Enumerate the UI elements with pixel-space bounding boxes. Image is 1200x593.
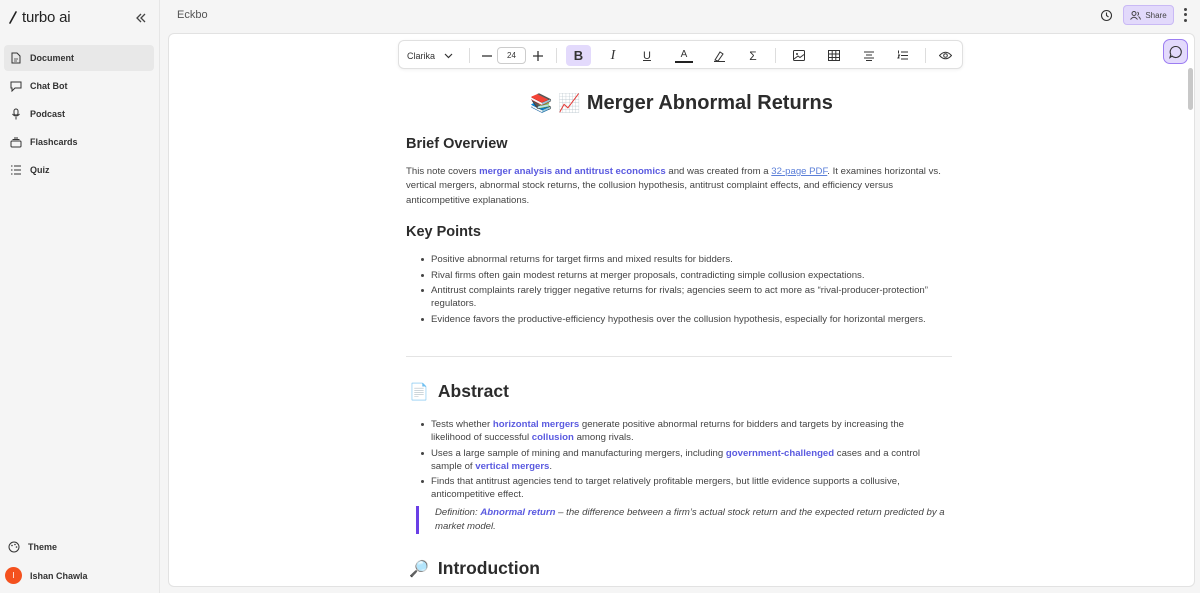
list-item: Rival firms often gain modest returns at…: [419, 269, 939, 282]
avatar: I: [5, 567, 22, 584]
sidebar-item-label: Flashcards: [30, 137, 78, 147]
chart-emoji: 📈: [558, 93, 581, 113]
definition-prefix: Definition:: [435, 507, 481, 518]
page-emoji: 📄: [409, 383, 429, 401]
brand-logo[interactable]: turbo ai: [8, 9, 71, 26]
highlight-term: merger analysis and antitrust economics: [479, 166, 666, 177]
chat-icon: [10, 80, 22, 92]
sidebar-item-label: Quiz: [30, 165, 50, 175]
brand-name: turbo ai: [22, 9, 71, 26]
highlight-term: horizontal mergers: [492, 419, 580, 430]
heading-key-points: Key Points: [406, 224, 481, 240]
heading-abstract: 📄 Abstract: [409, 381, 509, 402]
more-options-icon[interactable]: [1180, 7, 1190, 23]
list-item: Uses a large sample of mining and manufa…: [419, 447, 939, 473]
workspace-title: Eckbo: [177, 9, 208, 21]
quiz-list-icon: [10, 164, 22, 176]
eye-preview-icon[interactable]: [935, 45, 955, 66]
text-color-swatch: [675, 60, 693, 63]
history-icon[interactable]: [1099, 8, 1114, 23]
sidebar-item-label: Chat Bot: [30, 81, 68, 91]
share-label: Share: [1145, 10, 1167, 20]
text-color-letter: A: [680, 48, 688, 60]
highlight-term: collusion: [531, 432, 574, 443]
highlight-term: vertical mergers: [475, 460, 550, 472]
list-item: Antitrust complaints rarely trigger nega…: [419, 284, 939, 310]
insert-image-icon[interactable]: [789, 45, 809, 66]
highlight-term: government-challenged: [725, 447, 835, 459]
text: and was created from a: [665, 166, 772, 177]
font-family-value: Clarika: [407, 50, 436, 61]
toolbar-divider: [775, 48, 776, 63]
sidebar-item-document[interactable]: Document: [4, 45, 154, 71]
sidebar-item-chat-bot[interactable]: Chat Bot: [4, 73, 154, 99]
theme-label: Theme: [28, 542, 58, 552]
heading-abstract-text: Abstract: [437, 381, 509, 401]
bold-button[interactable]: B: [566, 45, 591, 66]
underline-button[interactable]: U: [637, 45, 657, 66]
formatting-toolbar: Clarika 24 B I U A Σ: [398, 40, 963, 69]
font-family-select[interactable]: Clarika: [407, 45, 455, 66]
share-button[interactable]: Share: [1123, 5, 1174, 25]
sidebar-item-flashcards[interactable]: Flashcards: [4, 129, 154, 155]
text-color-button[interactable]: A: [673, 45, 695, 66]
heading-introduction-text: Introduction: [437, 558, 540, 578]
text: Tests whether: [431, 419, 493, 430]
definition-term: Abnormal return: [480, 507, 556, 518]
heading-brief-overview: Brief Overview: [406, 136, 508, 152]
key-points-list: Positive abnormal returns for target fir…: [419, 253, 939, 328]
heading-introduction: 🔎 Introduction: [409, 558, 540, 579]
list-item: Positive abnormal returns for target fir…: [419, 253, 939, 266]
toolbar-divider: [469, 48, 470, 63]
align-center-icon[interactable]: [859, 45, 879, 66]
insert-table-icon[interactable]: [824, 45, 844, 66]
user-name: Ishan Chawla: [30, 570, 88, 581]
sidebar-item-quiz[interactable]: Quiz: [4, 157, 154, 183]
highlighter-icon[interactable]: [709, 45, 729, 66]
font-size-input[interactable]: 24: [497, 47, 526, 64]
sidebar-item-label: Document: [30, 53, 75, 63]
list-item: Tests whether horizontal mergers generat…: [419, 418, 939, 444]
magnifier-emoji: 🔎: [409, 560, 429, 578]
toolbar-divider: [556, 48, 557, 63]
user-profile[interactable]: I Ishan Chawla: [5, 567, 88, 584]
document-title-text: Merger Abnormal Returns: [586, 92, 833, 114]
document-icon: [10, 52, 22, 64]
theme-button[interactable]: Theme: [8, 541, 57, 553]
abstract-list: Tests whether horizontal mergers generat…: [419, 418, 939, 504]
palette-icon: [8, 541, 20, 553]
text: This note covers: [406, 166, 480, 177]
section-divider: [406, 356, 952, 357]
numbered-list-icon[interactable]: [893, 45, 913, 66]
document-title[interactable]: 📚 📈 Merger Abnormal Returns: [530, 92, 833, 115]
users-icon: [1130, 10, 1142, 20]
brief-overview-paragraph: This note covers merger analysis and ant…: [406, 165, 952, 208]
definition-blockquote: Definition: Abnormal return – the differ…: [416, 506, 952, 534]
italic-button[interactable]: I: [603, 45, 623, 66]
text: among rivals.: [573, 432, 634, 443]
pen-logo-icon: [9, 11, 17, 24]
scrollbar[interactable]: [1188, 68, 1193, 110]
decrease-font-size-button[interactable]: [480, 45, 494, 66]
toolbar-divider: [925, 48, 926, 63]
pdf-link[interactable]: 32-page PDF: [771, 166, 827, 177]
sidebar-item-label: Podcast: [30, 109, 66, 119]
sidebar-nav: Document Chat Bot Podcast Flashcards Qui…: [4, 45, 154, 185]
text: .: [549, 460, 553, 472]
sidebar-item-podcast[interactable]: Podcast: [4, 101, 154, 127]
chevron-down-icon: [444, 53, 453, 58]
list-item: Evidence favors the productive-efficienc…: [419, 313, 939, 326]
list-item: Finds that antitrust agencies tend to ta…: [419, 475, 939, 501]
flashcards-icon: [10, 136, 22, 148]
chat-bubble-icon[interactable]: [1163, 39, 1188, 64]
increase-font-size-button[interactable]: [531, 45, 545, 66]
books-emoji: 📚: [530, 93, 553, 113]
formula-sigma-icon[interactable]: Σ: [744, 45, 762, 66]
collapse-sidebar-icon[interactable]: [133, 10, 149, 26]
sidebar: turbo ai Document Chat Bot Podcast Flash…: [0, 0, 160, 593]
text: Uses a large sample of mining and manufa…: [431, 447, 726, 459]
microphone-icon: [10, 108, 22, 120]
